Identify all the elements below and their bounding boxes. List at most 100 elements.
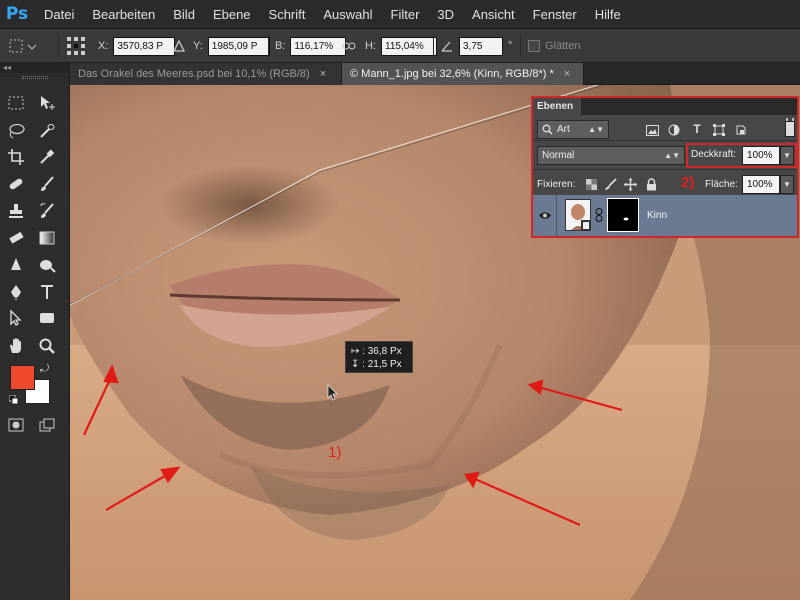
divider xyxy=(533,169,797,170)
path-selection-icon[interactable] xyxy=(5,307,27,329)
blur-icon[interactable] xyxy=(5,254,27,276)
menu-hilfe[interactable]: Hilfe xyxy=(595,7,621,22)
menu-filter[interactable]: Filter xyxy=(391,7,420,22)
tab-orakel-des-meeres[interactable]: Das Orakel des Meeres.psd bei 10,1% (RGB… xyxy=(70,63,342,85)
menu-ansicht[interactable]: Ansicht xyxy=(472,7,515,22)
tab-mann-1[interactable]: © Mann_1.jpg bei 32,6% (Kinn, RGB/8*) * … xyxy=(342,63,584,85)
opacity-label: Deckkraft: xyxy=(691,149,737,160)
separator xyxy=(520,35,521,57)
width-label: B: xyxy=(275,40,286,52)
lock-position-icon[interactable] xyxy=(623,177,637,191)
eye-icon xyxy=(538,212,551,219)
lock-label: Fixieren: xyxy=(537,179,576,190)
y-label: Y: xyxy=(193,40,203,52)
menu-auswahl[interactable]: Auswahl xyxy=(323,7,372,22)
foreground-color-swatch[interactable] xyxy=(10,365,35,390)
chain-icon[interactable] xyxy=(595,208,603,222)
healing-brush-icon[interactable] xyxy=(5,173,27,195)
filter-toggle[interactable] xyxy=(785,121,795,137)
type-filter-icon[interactable]: T xyxy=(690,122,704,136)
menu-bar: Ps Datei Bearbeiten Bild Ebene Schrift A… xyxy=(0,0,800,29)
lock-transparent-icon[interactable] xyxy=(584,177,598,191)
toolbox: ◂◂ ⤾ xyxy=(0,63,70,600)
move-icon[interactable] xyxy=(36,92,58,114)
eraser-icon[interactable] xyxy=(5,227,27,249)
x-input[interactable]: 3570,83 P xyxy=(113,36,176,56)
layer-name[interactable]: Kinn xyxy=(647,210,667,221)
layer-mask-thumbnail[interactable] xyxy=(607,198,639,232)
menu-3d[interactable]: 3D xyxy=(437,7,454,22)
dodge-icon[interactable] xyxy=(36,254,58,276)
lock-icon[interactable] xyxy=(644,177,658,191)
width-input[interactable]: 116,17% xyxy=(290,36,347,56)
lock-pixels-icon[interactable] xyxy=(603,177,617,191)
fill-input[interactable]: 100% xyxy=(742,175,780,194)
quick-mask-icon[interactable] xyxy=(5,414,27,436)
menu-schrift[interactable]: Schrift xyxy=(269,7,306,22)
layer-thumbnail[interactable] xyxy=(565,199,591,231)
blend-mode-label: Normal xyxy=(542,150,575,161)
layer-visibility-toggle[interactable] xyxy=(533,195,557,236)
annotation-marker-2: 2) xyxy=(681,174,695,191)
y-input[interactable]: 1985,09 P xyxy=(207,36,270,56)
lasso-icon[interactable] xyxy=(5,120,27,142)
toolbox-collapse[interactable]: ◂◂ xyxy=(0,63,70,73)
pixel-filter-icon[interactable] xyxy=(645,123,659,137)
fill-dropdown[interactable]: ▼ xyxy=(780,175,794,194)
menu-ebene[interactable]: Ebene xyxy=(213,7,251,22)
adjustment-filter-icon[interactable] xyxy=(667,123,681,137)
smooth-checkbox[interactable] xyxy=(528,40,540,52)
gradient-icon[interactable] xyxy=(36,227,58,249)
tool-preset-picker[interactable] xyxy=(6,29,38,63)
smart-object-filter-icon[interactable] xyxy=(734,123,748,137)
shape-filter-icon[interactable] xyxy=(712,123,726,137)
toolbox-grip[interactable] xyxy=(22,76,48,79)
smooth-label: Glätten xyxy=(545,40,581,52)
reference-point-icon xyxy=(67,37,85,55)
rectangle-icon[interactable] xyxy=(36,307,58,329)
layers-panel: Ebenen Art ▲▼ T Normal ▲▼ Deckkraft: 100… xyxy=(531,96,799,238)
separator xyxy=(433,35,434,57)
separator xyxy=(268,35,269,57)
blend-mode-select[interactable]: Normal ▲▼ xyxy=(537,146,685,165)
quick-selection-icon[interactable] xyxy=(36,120,58,142)
search-icon xyxy=(542,124,553,135)
type-icon[interactable] xyxy=(36,281,58,303)
tab-ebenen[interactable]: Ebenen xyxy=(533,98,581,115)
angle-input[interactable]: 3,75 xyxy=(459,36,503,56)
relative-position-icon[interactable] xyxy=(172,29,186,63)
close-icon[interactable]: × xyxy=(320,68,326,80)
zoom-icon[interactable] xyxy=(36,335,58,357)
angle-icon xyxy=(441,41,452,52)
fill-label: Fläche: xyxy=(705,179,738,190)
panel-tab-bar: Ebenen xyxy=(533,98,797,115)
swap-colors-icon[interactable]: ⤾ xyxy=(40,363,52,375)
menu-fenster[interactable]: Fenster xyxy=(533,7,577,22)
reference-point-grid[interactable] xyxy=(66,29,86,63)
eyedropper-icon[interactable] xyxy=(36,146,58,168)
default-colors-icon[interactable] xyxy=(8,394,19,405)
pen-icon[interactable] xyxy=(5,281,27,303)
layer-filter-select[interactable]: Art ▲▼ xyxy=(537,120,609,139)
options-bar: X: 3570,83 P Y: 1985,09 P B: 116,17% H: … xyxy=(0,29,800,63)
tooltip-width: ↦ : 36,8 Px xyxy=(351,346,402,357)
crop-icon[interactable] xyxy=(5,146,27,168)
brush-icon[interactable] xyxy=(36,173,58,195)
menu-datei[interactable]: Datei xyxy=(44,7,74,22)
layer-row-kinn[interactable]: Kinn xyxy=(533,195,797,236)
height-input[interactable]: 115,04% xyxy=(381,36,437,56)
menu-bearbeiten[interactable]: Bearbeiten xyxy=(92,7,155,22)
history-brush-icon[interactable] xyxy=(36,200,58,222)
hand-icon[interactable] xyxy=(5,335,27,357)
close-icon[interactable]: × xyxy=(564,68,570,80)
menu-bild[interactable]: Bild xyxy=(173,7,195,22)
link-icon[interactable] xyxy=(342,29,356,63)
photoshop-logo[interactable]: Ps xyxy=(2,0,32,29)
clone-stamp-icon[interactable] xyxy=(5,200,27,222)
menu-items: Datei Bearbeiten Bild Ebene Schrift Ausw… xyxy=(44,7,639,22)
marquee-icon[interactable] xyxy=(5,92,27,114)
degree-sign: ° xyxy=(508,40,513,52)
opacity-input[interactable]: 100% xyxy=(742,146,780,165)
screen-mode-icon[interactable] xyxy=(36,414,58,436)
opacity-dropdown[interactable]: ▼ xyxy=(780,146,794,165)
